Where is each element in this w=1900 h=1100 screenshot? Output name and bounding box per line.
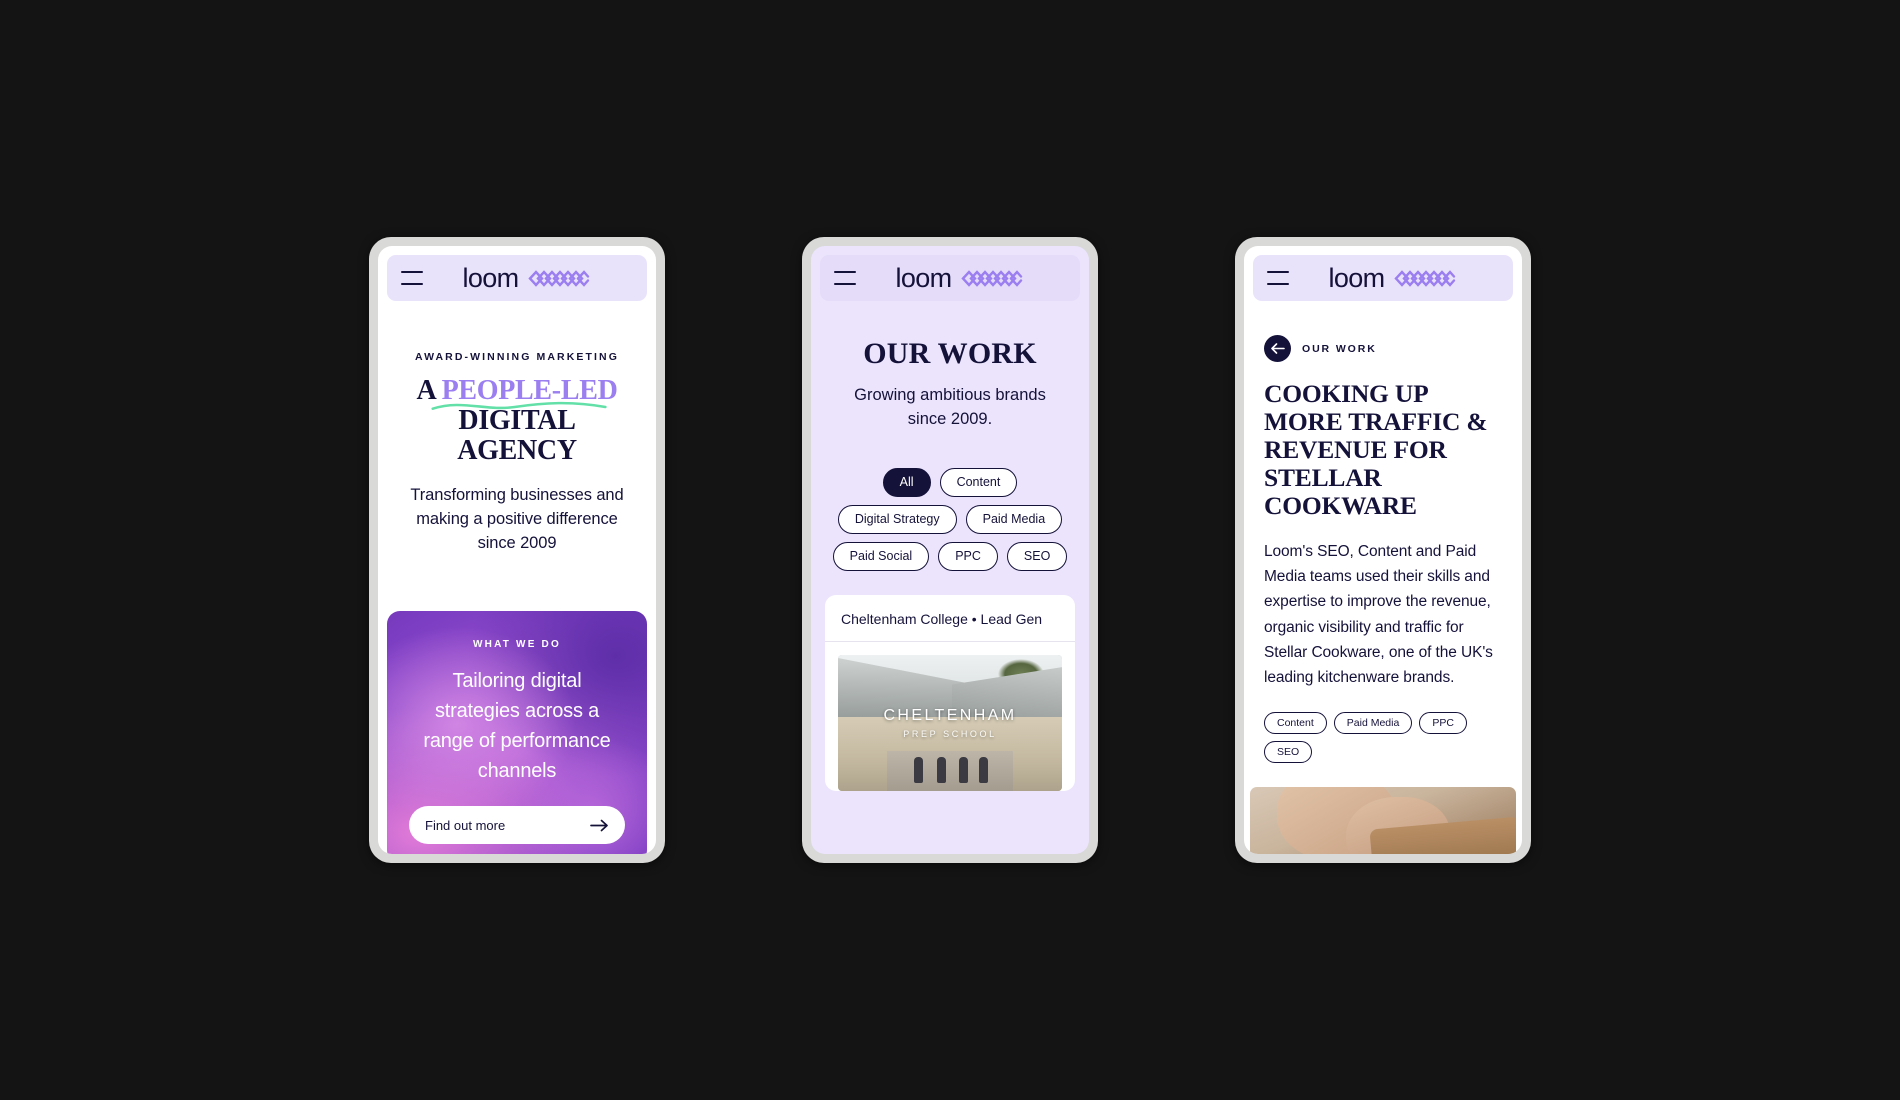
home-scroll-area[interactable]: loom AWARD-WINNING MARKETING A PEOPLE-LE… bbox=[378, 246, 656, 854]
hero-title-accent: PEOPLE-LED bbox=[441, 375, 618, 406]
hamburger-icon[interactable] bbox=[401, 271, 423, 285]
back-button[interactable] bbox=[1264, 335, 1291, 362]
brand-logo[interactable]: loom bbox=[1307, 262, 1477, 293]
app-header: loom bbox=[1253, 255, 1513, 301]
cta-label: Find out more bbox=[425, 817, 506, 833]
filter-pill-paid-social[interactable]: Paid Social bbox=[832, 541, 930, 571]
case-study-scroll-area[interactable]: loom OUR WORK COOKING UP MORE TRAFFIC & … bbox=[1244, 246, 1522, 854]
hero-subtitle: Transforming businesses and making a pos… bbox=[410, 485, 624, 552]
filter-pill-ppc[interactable]: PPC bbox=[938, 541, 998, 571]
filter-pill-seo[interactable]: SEO bbox=[1006, 541, 1068, 571]
case-study-section: OUR WORK COOKING UP MORE TRAFFIC & REVEN… bbox=[1244, 301, 1522, 763]
what-we-do-card: WHAT WE DO Tailoring digital strategies … bbox=[387, 611, 647, 854]
arrow-right-icon bbox=[590, 819, 608, 832]
phone-mockup-case-study: loom OUR WORK COOKING UP MORE TRAFFIC & … bbox=[1235, 237, 1531, 863]
work-photo-caption-sub: PREP SCHOOL bbox=[903, 728, 997, 739]
arrow-left-icon bbox=[1271, 343, 1285, 354]
work-card-title: Cheltenham College • Lead Gen bbox=[825, 595, 1075, 642]
case-tag-group: Content Paid Media PPC SEO bbox=[1264, 711, 1502, 763]
case-tag-paid-media[interactable]: Paid Media bbox=[1333, 711, 1413, 734]
brand-wordmark: loom bbox=[895, 262, 952, 293]
promo-heading: Tailoring digital strategies across a ra… bbox=[423, 670, 611, 783]
filter-pill-group: All Content Digital Strategy Paid Media … bbox=[811, 467, 1089, 571]
phone-mockup-our-work: loom OUR WORK Growing ambitious brands s… bbox=[802, 237, 1098, 863]
our-work-header: OUR WORK Growing ambitious brands since … bbox=[811, 301, 1089, 432]
hero-title-plain: A bbox=[416, 375, 442, 406]
app-header: loom bbox=[387, 255, 647, 301]
brand-logo[interactable]: loom bbox=[441, 262, 611, 293]
filter-pill-all[interactable]: All bbox=[882, 467, 931, 497]
loom-knot-icon bbox=[1393, 269, 1455, 287]
case-study-body: Loom's SEO, Content and Paid Media teams… bbox=[1264, 543, 1493, 686]
find-out-more-button[interactable]: Find out more bbox=[409, 806, 625, 845]
hero-eyebrow: AWARD-WINNING MARKETING bbox=[414, 351, 620, 363]
our-work-scroll-area[interactable]: loom OUR WORK Growing ambitious brands s… bbox=[811, 246, 1089, 854]
loom-knot-icon bbox=[960, 269, 1022, 287]
filter-pill-digital-strategy[interactable]: Digital Strategy bbox=[837, 504, 957, 534]
brand-logo[interactable]: loom bbox=[874, 262, 1044, 293]
case-breadcrumb-row: OUR WORK bbox=[1264, 335, 1502, 362]
case-tag-content[interactable]: Content bbox=[1264, 711, 1327, 734]
phone-screen-home: loom AWARD-WINNING MARKETING A PEOPLE-LE… bbox=[378, 246, 656, 854]
phone-screen-our-work: loom OUR WORK Growing ambitious brands s… bbox=[811, 246, 1089, 854]
breadcrumb[interactable]: OUR WORK bbox=[1302, 343, 1377, 355]
phone-screen-case-study: loom OUR WORK COOKING UP MORE TRAFFIC & … bbox=[1244, 246, 1522, 854]
phone-mockup-stage: loom AWARD-WINNING MARKETING A PEOPLE-LE… bbox=[0, 0, 1900, 1100]
hamburger-icon[interactable] bbox=[834, 271, 856, 285]
hero-section: AWARD-WINNING MARKETING A PEOPLE-LED DIG… bbox=[378, 301, 656, 555]
loom-knot-icon bbox=[527, 269, 589, 287]
case-tag-seo[interactable]: SEO bbox=[1264, 740, 1313, 763]
work-photo-caption: CHELTENHAM PREP SCHOOL bbox=[838, 707, 1062, 739]
case-tag-ppc[interactable]: PPC bbox=[1419, 711, 1467, 734]
hamburger-icon[interactable] bbox=[1267, 271, 1289, 285]
case-study-title: COOKING UP MORE TRAFFIC & REVENUE FOR ST… bbox=[1264, 379, 1488, 521]
case-study-photo bbox=[1250, 786, 1516, 854]
work-case-card[interactable]: Cheltenham College • Lead Gen CHELTENHAM… bbox=[825, 594, 1075, 791]
brand-wordmark: loom bbox=[1328, 262, 1385, 293]
promo-eyebrow: WHAT WE DO bbox=[473, 639, 561, 651]
hero-title-line2: DIGITAL AGENCY bbox=[457, 405, 577, 467]
brand-wordmark: loom bbox=[462, 262, 519, 293]
app-header: loom bbox=[820, 255, 1080, 301]
page-title: OUR WORK bbox=[863, 337, 1037, 370]
work-card-photo: CHELTENHAM PREP SCHOOL bbox=[838, 654, 1062, 791]
page-subtitle: Growing ambitious brands since 2009. bbox=[854, 386, 1046, 429]
phone-mockup-home: loom AWARD-WINNING MARKETING A PEOPLE-LE… bbox=[369, 237, 665, 863]
hero-title: A PEOPLE-LED DIGITAL AGENCY bbox=[398, 375, 636, 467]
filter-pill-paid-media[interactable]: Paid Media bbox=[965, 504, 1063, 534]
filter-pill-content[interactable]: Content bbox=[939, 467, 1018, 497]
